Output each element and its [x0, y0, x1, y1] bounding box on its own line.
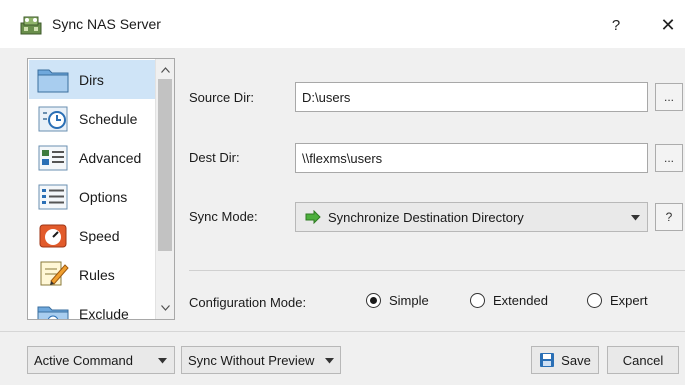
source-dir-label: Source Dir:: [189, 90, 255, 105]
sync-arrow-icon: [305, 210, 321, 224]
sidebar-item-label: Dirs: [79, 71, 104, 88]
sync-mode-help-button[interactable]: ?: [655, 203, 683, 231]
sync-mode-label: Sync Mode:: [189, 209, 258, 224]
sync-mode-select[interactable]: Synchronize Destination Directory: [295, 202, 648, 232]
options-icon: [38, 184, 68, 210]
active-command-dropdown[interactable]: Active Command: [27, 346, 175, 374]
radio-extended-indicator[interactable]: [470, 293, 485, 308]
radio-simple-label: Simple: [389, 293, 429, 308]
sync-preview-label: Sync Without Preview: [188, 352, 315, 368]
save-disk-icon: [540, 353, 555, 367]
exclude-icon: [37, 306, 69, 319]
radio-expert[interactable]: Expert: [587, 293, 648, 308]
folder-icon: [37, 69, 69, 93]
scroll-up-icon[interactable]: [156, 61, 174, 79]
sidebar-item-label: Options: [79, 188, 128, 205]
config-mode-label: Configuration Mode:: [189, 295, 307, 310]
chevron-down-icon: [631, 215, 640, 221]
sidebar-item-label: Rules: [79, 266, 115, 283]
help-button[interactable]: ?: [596, 9, 636, 41]
sidebar-item-label: Advanced: [79, 149, 142, 166]
cancel-button[interactable]: Cancel: [607, 346, 679, 374]
speed-icon: [39, 224, 67, 248]
radio-simple[interactable]: Simple: [366, 293, 429, 308]
title-bar: Sync NAS Server ? ✕: [0, 0, 685, 48]
dialog-body: Dirs Schedule Advanced Options Speed Rul…: [0, 48, 685, 385]
close-button[interactable]: ✕: [648, 9, 685, 41]
app-sync-icon: [20, 16, 42, 35]
sync-mode-value: Synchronize Destination Directory: [328, 209, 524, 225]
dest-dir-input[interactable]: \\flexms\users: [295, 143, 648, 173]
save-button-label: Save: [561, 352, 591, 368]
sidebar-item-label: Exclude: [79, 305, 129, 320]
radio-simple-indicator[interactable]: [366, 293, 381, 308]
scroll-down-icon[interactable]: [156, 299, 174, 317]
sidebar-item-schedule[interactable]: Schedule: [29, 99, 155, 138]
chevron-down-icon: [158, 358, 167, 364]
radio-extended[interactable]: Extended: [470, 293, 548, 308]
dest-dir-label: Dest Dir:: [189, 150, 240, 165]
sidebar-item-rules[interactable]: Rules: [29, 255, 155, 294]
save-button[interactable]: Save: [531, 346, 599, 374]
radio-expert-indicator[interactable]: [587, 293, 602, 308]
section-divider: [189, 270, 685, 271]
sidebar-item-dirs[interactable]: Dirs: [29, 60, 155, 99]
bottom-separator: [0, 331, 685, 332]
window-title: Sync NAS Server: [52, 16, 161, 32]
sidebar-item-speed[interactable]: Speed: [29, 216, 155, 255]
advanced-icon: [38, 145, 68, 171]
dest-browse-button[interactable]: ...: [655, 144, 683, 172]
schedule-icon: [38, 106, 68, 132]
sidebar-item-options[interactable]: Options: [29, 177, 155, 216]
scroll-thumb[interactable]: [158, 79, 172, 251]
source-browse-button[interactable]: ...: [655, 83, 683, 111]
sidebar-item-advanced[interactable]: Advanced: [29, 138, 155, 177]
sidebar-item-label: Speed: [79, 227, 120, 244]
sync-preview-dropdown[interactable]: Sync Without Preview: [181, 346, 341, 374]
sidebar-scrollbar[interactable]: [155, 59, 174, 319]
radio-expert-label: Expert: [610, 293, 648, 308]
chevron-down-icon: [325, 358, 334, 364]
rules-icon: [40, 261, 69, 286]
source-dir-input[interactable]: D:\users: [295, 82, 648, 112]
sidebar-item-exclude[interactable]: Exclude: [29, 294, 155, 320]
category-sidebar: Dirs Schedule Advanced Options Speed Rul…: [27, 58, 175, 320]
cancel-button-label: Cancel: [622, 352, 664, 368]
sidebar-item-label: Schedule: [79, 110, 138, 127]
active-command-label: Active Command: [34, 352, 133, 368]
radio-extended-label: Extended: [493, 293, 548, 308]
